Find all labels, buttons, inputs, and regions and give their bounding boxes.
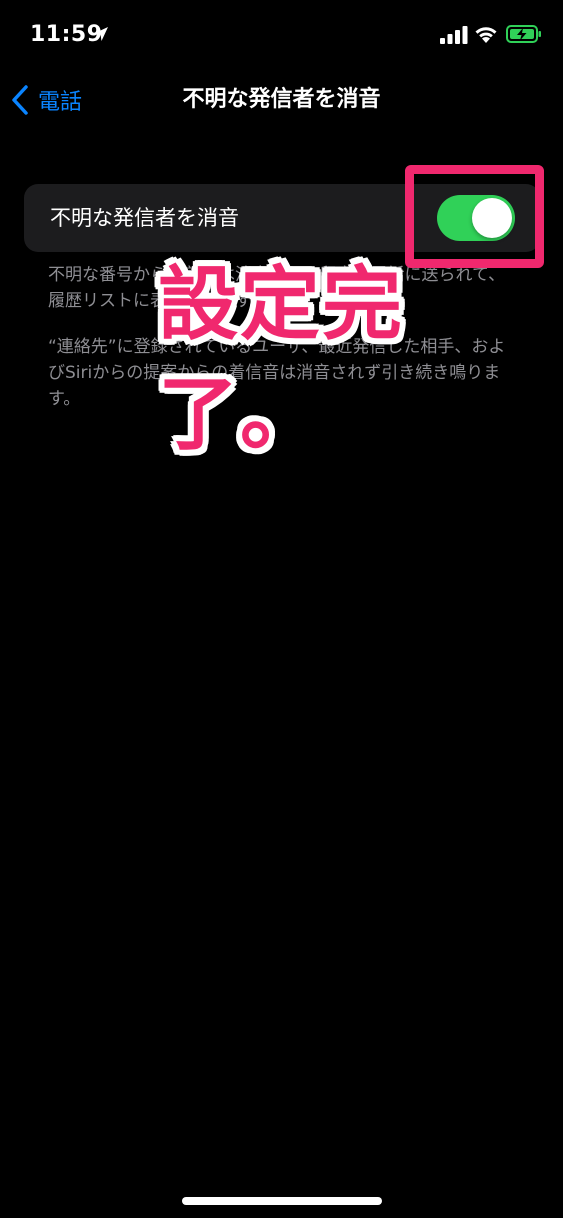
annotation-highlight-box — [405, 165, 544, 268]
navigation-bar: 不明な発信者を消音 電話 — [0, 78, 563, 122]
wifi-icon — [475, 27, 497, 43]
battery-charging-icon — [506, 25, 541, 43]
location-arrow-icon — [94, 27, 108, 41]
chevron-left-icon — [12, 85, 28, 115]
back-button[interactable]: 電話 — [10, 78, 82, 122]
back-button-label: 電話 — [38, 90, 83, 115]
status-bar: 11:59 — [0, 0, 563, 70]
page-title: 不明な発信者を消音 — [182, 87, 381, 112]
row-label: 不明な発信者を消音 — [50, 206, 239, 230]
cellular-signal-icon — [440, 26, 468, 44]
home-indicator[interactable] — [182, 1197, 382, 1205]
annotation-text: 設定完了。 — [158, 258, 404, 461]
